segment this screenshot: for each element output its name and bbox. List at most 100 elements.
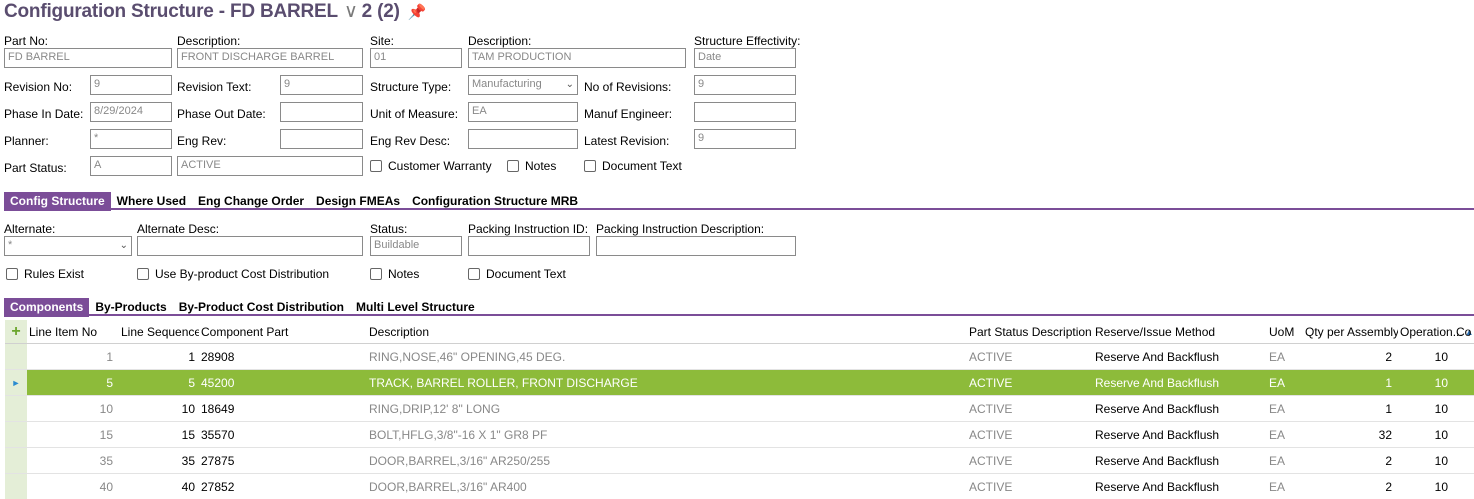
manuf-engineer-field[interactable] (694, 102, 796, 122)
cell-line-item-no: 35 (99, 453, 113, 468)
latest-revision-field[interactable]: 9 (694, 129, 796, 149)
row-selector[interactable] (5, 344, 27, 369)
tab-divider (4, 208, 1474, 210)
description-label: Description: (177, 34, 241, 48)
col-line-sequence[interactable]: Line Sequence (119, 325, 199, 339)
col-co[interactable]: Co (1454, 325, 1474, 339)
status-label: Status: (370, 222, 408, 236)
cell-operation: 10 (1434, 427, 1448, 442)
site-description-field[interactable]: TAM PRODUCTION (468, 48, 686, 68)
rules-exist-checkbox[interactable]: Rules Exist (6, 267, 84, 281)
col-line-item-no[interactable]: Line Item No (27, 325, 119, 339)
cell-uom: EA (1269, 479, 1286, 494)
cell-part-status: ACTIVE (969, 453, 1013, 468)
table-row[interactable]: 40 40 27852 DOOR,BARREL,3/16" AR400 ACTI… (5, 474, 1474, 499)
cell-description: DOOR,BARREL,3/16" AR250/255 (369, 453, 551, 468)
alternate-label: Alternate: (4, 222, 56, 236)
cell-component-part: 35570 (201, 427, 235, 442)
phase-out-date-field[interactable] (280, 102, 363, 122)
components-grid: + Line Item No Line Sequence Component P… (5, 320, 1474, 499)
cell-reserve-issue-method: Reserve And Backflush (1095, 427, 1220, 442)
site-description-label: Description: (468, 34, 532, 48)
col-qty-per-assembly[interactable]: Qty per Assembly (1303, 325, 1398, 339)
row-selector[interactable] (5, 448, 27, 473)
phase-in-date-field[interactable]: 8/29/2024 (90, 102, 172, 122)
table-row-selected[interactable]: ► 5 5 45200 TRACK, BARREL ROLLER, FRONT … (5, 370, 1474, 396)
cell-qty-per-assembly: 2 (1385, 349, 1392, 364)
planner-label: Planner: (4, 134, 49, 148)
cell-reserve-issue-method: Reserve And Backflush (1095, 479, 1220, 494)
structure-type-select[interactable]: Manufacturing ⌄ (468, 75, 578, 95)
eng-rev-label: Eng Rev: (177, 134, 227, 148)
cell-qty-per-assembly: 1 (1385, 401, 1392, 416)
customer-warranty-checkbox[interactable]: Customer Warranty (370, 159, 492, 173)
chevron-down-icon[interactable]: ∨ (344, 0, 358, 23)
alt-document-text-checkbox[interactable]: Document Text (468, 267, 566, 281)
row-selector[interactable] (5, 422, 27, 447)
table-row[interactable]: 1 1 28908 RING,NOSE,46" OPENING,45 DEG. … (5, 344, 1474, 370)
pin-icon[interactable]: 📌 (408, 3, 427, 21)
phase-in-date-label: Phase In Date: (4, 107, 84, 121)
part-no-field[interactable]: FD BARREL (4, 48, 172, 68)
alt-document-text-label: Document Text (486, 267, 566, 281)
structure-effectivity-field[interactable]: Date (694, 48, 796, 68)
eng-rev-desc-field[interactable] (468, 129, 578, 149)
alt-notes-checkbox[interactable]: Notes (370, 267, 419, 281)
eng-rev-field[interactable] (280, 129, 363, 149)
packing-instruction-id-field[interactable] (468, 236, 590, 256)
site-field[interactable]: 01 (370, 48, 462, 68)
alternate-desc-field[interactable] (137, 236, 363, 256)
col-operation[interactable]: Operation... ▲ (1398, 325, 1474, 339)
part-status-desc-field[interactable]: ACTIVE (177, 156, 363, 176)
col-uom[interactable]: UoM (1267, 325, 1303, 339)
no-of-revisions-field[interactable]: 9 (694, 75, 796, 95)
current-row-arrow-icon: ► (11, 377, 21, 388)
cell-uom: EA (1269, 349, 1286, 364)
status-field[interactable]: Buildable (370, 236, 462, 256)
table-row[interactable]: 35 35 27875 DOOR,BARREL,3/16" AR250/255 … (5, 448, 1474, 474)
add-row-button[interactable]: + (5, 320, 27, 343)
revision-text-field[interactable]: 9 (280, 75, 363, 95)
row-selector[interactable]: ► (5, 370, 27, 395)
cell-uom: EA (1269, 427, 1286, 442)
no-of-revisions-label: No of Revisions: (584, 80, 672, 94)
cell-part-status: ACTIVE (969, 375, 1013, 390)
description-field[interactable]: FRONT DISCHARGE BARREL (177, 48, 363, 68)
table-row[interactable]: 10 10 18649 RING,DRIP,12' 8" LONG ACTIVE… (5, 396, 1474, 422)
revision-no-field[interactable]: 9 (90, 75, 172, 95)
table-row[interactable]: 15 15 35570 BOLT,HFLG,3/8"-16 X 1" GR8 P… (5, 422, 1474, 448)
cell-description: RING,NOSE,46" OPENING,45 DEG. (369, 349, 566, 364)
col-reserve-issue-method[interactable]: Reserve/Issue Method (1093, 325, 1267, 339)
col-description[interactable]: Description (367, 325, 967, 339)
row-selector[interactable] (5, 474, 27, 499)
cell-uom: EA (1269, 453, 1286, 468)
notes-checkbox[interactable]: Notes (507, 159, 556, 173)
cell-reserve-issue-method: Reserve And Backflush (1095, 453, 1220, 468)
tab-divider (4, 314, 1474, 316)
alternate-select[interactable]: * ⌄ (4, 236, 132, 256)
cell-line-item-no: 15 (99, 427, 113, 442)
row-selector[interactable] (5, 396, 27, 421)
byproduct-cost-checkbox[interactable]: Use By-product Cost Distribution (137, 267, 329, 281)
cell-line-sequence: 5 (188, 375, 195, 390)
col-part-status-description[interactable]: Part Status Description (967, 325, 1093, 339)
cell-line-sequence: 1 (188, 349, 195, 364)
revision-text-label: Revision Text: (177, 80, 252, 94)
plus-icon: + (11, 322, 21, 340)
cell-part-status: ACTIVE (969, 349, 1013, 364)
cell-part-status: ACTIVE (969, 479, 1013, 494)
checkbox-icon (6, 268, 18, 280)
col-component-part[interactable]: Component Part (199, 325, 367, 339)
unit-of-measure-field[interactable]: EA (468, 102, 578, 122)
part-no-label: Part No: (4, 34, 49, 48)
packing-instruction-desc-label: Packing Instruction Description: (596, 222, 765, 236)
part-status-label: Part Status: (4, 161, 67, 175)
document-text-label: Document Text (602, 159, 682, 173)
document-text-checkbox[interactable]: Document Text (584, 159, 682, 173)
part-status-field[interactable]: A (90, 156, 172, 176)
structure-type-label: Structure Type: (370, 80, 452, 94)
packing-instruction-desc-field[interactable] (596, 236, 796, 256)
packing-instruction-id-label: Packing Instruction ID: (468, 222, 589, 236)
planner-field[interactable]: * (90, 129, 172, 149)
cell-operation: 10 (1434, 375, 1448, 390)
